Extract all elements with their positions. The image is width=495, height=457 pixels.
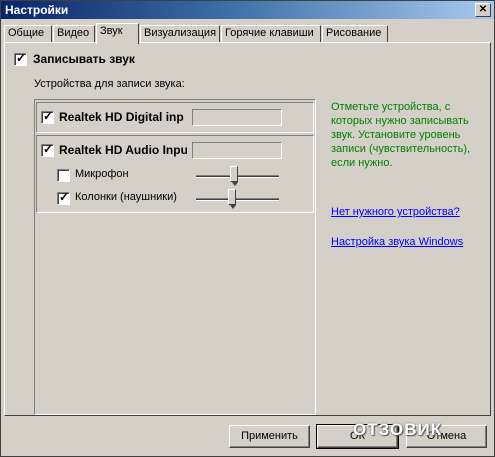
hint-text: Отметьте устройства, с которых нужно зап… [331,101,471,169]
microphone-checkbox[interactable] [57,169,70,182]
no-device-link[interactable]: Нет нужного устройства? [331,206,460,218]
tab-video[interactable]: Видео [53,25,95,43]
speakers-checkbox[interactable]: ✓ [57,190,70,205]
checkmark-icon: ✓ [59,190,70,204]
tab-drawing[interactable]: Рисование [322,25,388,43]
settings-window: Настройки ✕ Общие Видео Звук Визуализаци… [0,0,495,457]
tab-general[interactable]: Общие [4,25,52,43]
apply-button[interactable]: Применить [229,425,310,448]
window-title: Настройки [5,3,69,17]
title-bar[interactable]: Настройки ✕ [1,1,494,19]
tab-visualization[interactable]: Визуализация [140,25,220,43]
microphone-slider-thumb[interactable] [230,166,238,186]
speakers-slider-track[interactable] [196,198,279,201]
close-icon[interactable]: ✕ [475,3,491,17]
speakers-slider-thumb[interactable] [228,189,236,209]
checkmark-icon: ✓ [16,51,27,65]
checkmark-icon: ✓ [43,109,54,123]
device-audio-label: Realtek HD Audio Inpu [59,143,187,157]
record-sound-checkbox[interactable]: ✓ [14,51,27,66]
speakers-label: Колонки (наушники) [75,191,177,203]
devices-section-label: Устройства для записи звука: [34,78,185,90]
watermark-logo: ОТЗОВИК [353,420,443,439]
device-audio-checkbox[interactable]: ✓ [41,142,54,157]
windows-sound-link[interactable]: Настройка звука Windows [331,236,463,248]
microphone-label: Микрофон [75,168,129,180]
level-meter-audio [192,142,282,159]
device-digital-checkbox[interactable]: ✓ [41,109,54,124]
device-digital-label: Realtek HD Digital inp [59,110,184,124]
level-meter-digital [192,109,282,126]
tab-hotkeys[interactable]: Горячие клавиши [221,25,321,43]
checkmark-icon: ✓ [43,142,54,156]
tab-sound[interactable]: Звук [96,23,139,44]
record-sound-label: Записывать звук [33,52,135,66]
